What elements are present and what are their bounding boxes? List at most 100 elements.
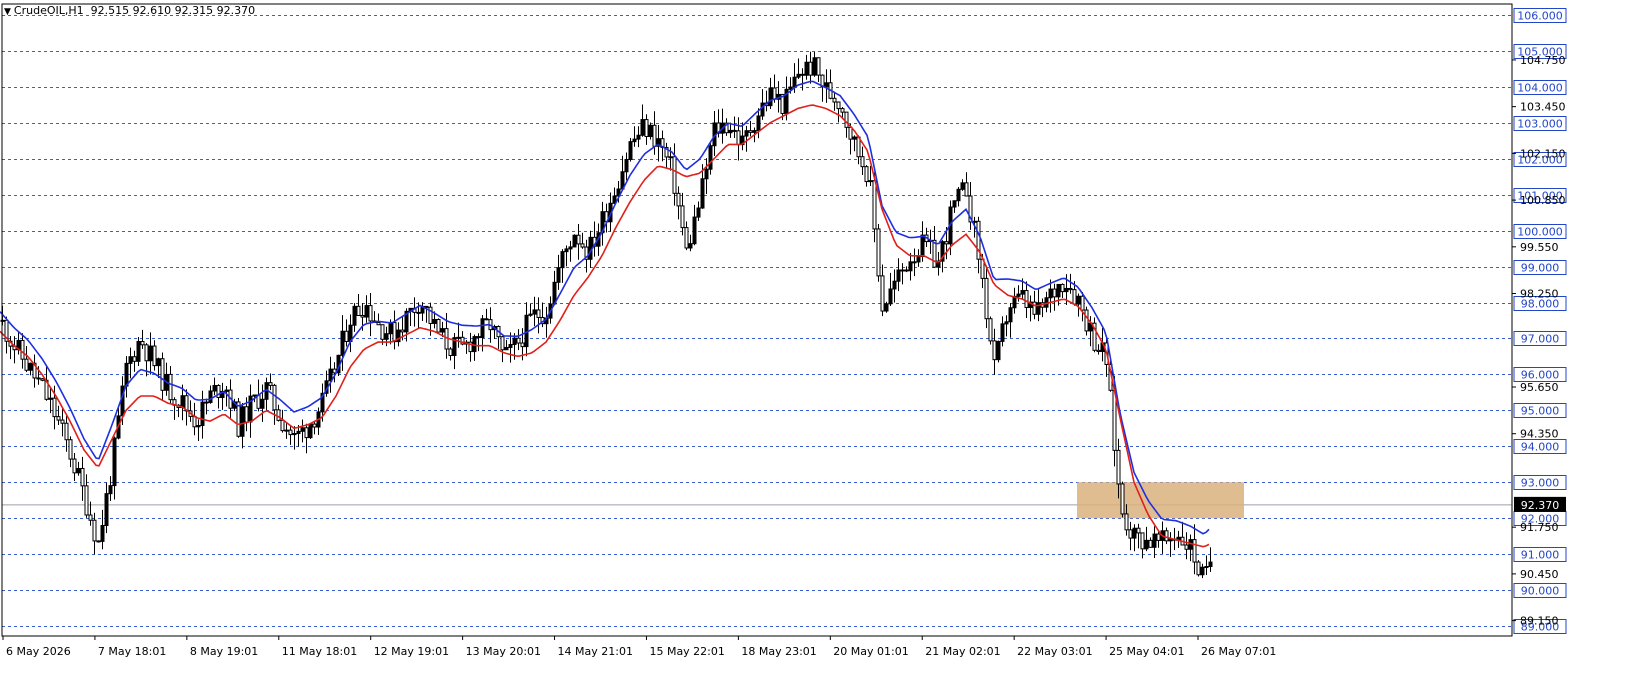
candle (696, 201, 701, 222)
candle (624, 152, 629, 181)
time-label: 13 May 20:01 (466, 645, 541, 658)
candle-body (292, 433, 297, 436)
candle (912, 248, 917, 277)
candle (956, 186, 961, 207)
candle-body (1184, 544, 1189, 550)
candle-body (684, 227, 689, 249)
price-level-badge[interactable]: 99.000 (1513, 260, 1567, 275)
price-level-badge[interactable]: 93.000 (1513, 475, 1567, 490)
candle (736, 117, 741, 161)
candle-body (804, 61, 809, 76)
price-level-label: 95.000 (1521, 405, 1560, 418)
candle (708, 143, 713, 175)
candle-body (128, 356, 133, 364)
price-level-label: 106.000 (1517, 10, 1563, 23)
candle (960, 179, 965, 191)
candle (1028, 295, 1033, 322)
candle-body (704, 168, 709, 180)
candle-body (1064, 287, 1069, 293)
candle-body (504, 346, 509, 351)
candle-body (788, 86, 793, 90)
price-level-badge[interactable]: 106.000 (1513, 8, 1567, 23)
candle (976, 216, 981, 274)
candle-body (796, 73, 801, 78)
collapse-triangle-icon[interactable]: ▼ (4, 7, 11, 17)
candle (196, 419, 201, 441)
price-chart[interactable]: 106.000 105.000 104.000 103.000 102.000 101.0… (0, 0, 1641, 693)
price-tick-label: 89.150 (1520, 615, 1559, 628)
price-tick-label: 99.550 (1520, 241, 1559, 254)
price-level-badge[interactable]: 104.000 (1513, 80, 1567, 95)
candle-body (1116, 449, 1121, 485)
candle-body (744, 130, 749, 137)
candle-body (88, 514, 93, 521)
time-label: 6 May 2026 (6, 645, 71, 658)
candle-body (312, 423, 317, 428)
price-level-label: 104.000 (1517, 82, 1563, 95)
chart-svg[interactable]: 106.000105.000104.000103.000102.000101.0… (0, 0, 1641, 693)
candle (744, 125, 749, 152)
candle (184, 389, 189, 426)
candle-body (996, 340, 1001, 361)
candle (316, 407, 321, 435)
candle-body (212, 384, 217, 392)
price-level-badge[interactable]: 95.000 (1513, 403, 1567, 418)
candle (996, 340, 1001, 363)
price-tick-label: 95.650 (1520, 381, 1559, 394)
candle (1208, 547, 1213, 572)
price-level-badge[interactable]: 91.000 (1513, 547, 1567, 562)
candle-body (424, 305, 429, 308)
candle-body (512, 337, 517, 346)
candle (372, 311, 377, 323)
candle-body (680, 205, 685, 229)
time-label: 14 May 21:01 (558, 645, 633, 658)
candle (1092, 317, 1097, 353)
candle (356, 293, 361, 317)
candle (644, 114, 649, 145)
candle-body (204, 401, 209, 404)
candle-body (1056, 283, 1061, 298)
candle-body (1048, 288, 1053, 299)
candle (880, 264, 885, 317)
candle-body (440, 328, 445, 333)
candle (604, 203, 609, 233)
candle (592, 221, 597, 257)
candle-body (84, 485, 89, 516)
candle-body (296, 430, 301, 435)
candle-body (572, 234, 577, 248)
candle-body (860, 156, 865, 168)
price-level-badge[interactable]: 96.000 (1513, 367, 1567, 382)
candle (896, 258, 901, 292)
candle (392, 310, 397, 350)
candle (60, 407, 65, 437)
candle (420, 302, 425, 321)
candle-body (64, 422, 69, 441)
candle-body (68, 439, 73, 460)
price-level-badge[interactable]: 97.000 (1513, 331, 1567, 346)
price-level-badge[interactable]: 90.000 (1513, 583, 1567, 598)
candle-body (1152, 533, 1157, 548)
candle (984, 265, 989, 329)
price-gridlines (2, 15, 1512, 627)
candle (536, 297, 541, 334)
candle (552, 270, 557, 306)
price-level-label: 97.000 (1521, 333, 1560, 346)
candle (832, 91, 837, 111)
candle-body (868, 180, 873, 183)
current-price-badge[interactable]: 92.370 (1514, 496, 1566, 512)
candle-body (560, 251, 565, 269)
candle (236, 398, 241, 438)
candle-body (812, 57, 817, 76)
candle (1148, 537, 1153, 548)
candle-body (500, 336, 505, 351)
candle-body (96, 540, 101, 543)
price-level-badge[interactable]: 100.000 (1513, 224, 1567, 239)
price-level-badge[interactable]: 103.000 (1513, 116, 1567, 131)
candle (456, 322, 461, 348)
price-level-badge[interactable]: 94.000 (1513, 439, 1567, 454)
candle (680, 192, 685, 236)
candle (524, 302, 529, 357)
candle-body (872, 180, 877, 230)
candle-body (528, 313, 533, 316)
candle (704, 158, 709, 195)
